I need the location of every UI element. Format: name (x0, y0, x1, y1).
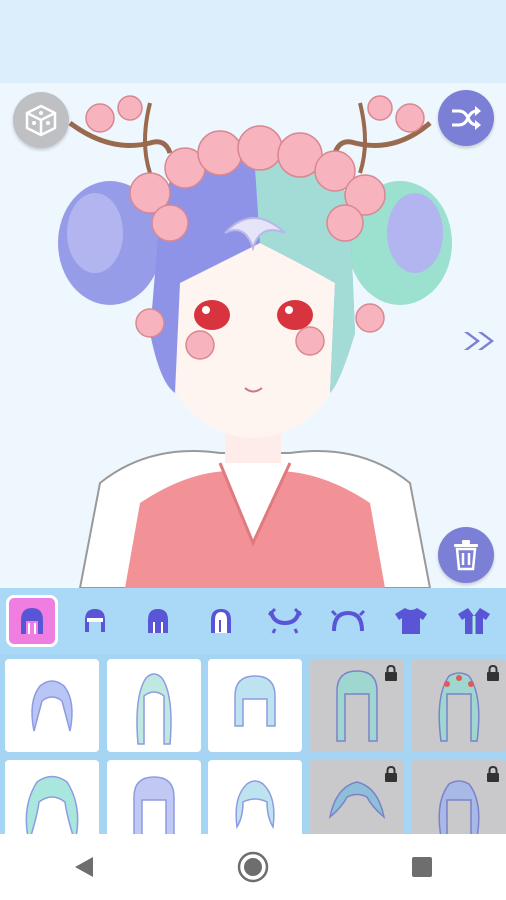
nav-back-button[interactable] (54, 842, 114, 892)
hair-full-icon (20, 608, 43, 634)
style-item-hair-1[interactable] (5, 659, 99, 752)
style-item-hair-7[interactable] (107, 760, 201, 834)
delete-button[interactable] (438, 527, 494, 583)
tab-shirt[interactable] (380, 588, 443, 654)
next-category-button[interactable] (460, 329, 500, 353)
hair-style-thumbnail (438, 779, 480, 834)
style-item-hair-5[interactable] (412, 659, 506, 752)
shuffle-button[interactable] (438, 90, 494, 146)
horns-icon (267, 607, 302, 634)
hair-style-thumbnail (336, 669, 378, 742)
style-item-hair-6[interactable] (5, 760, 99, 834)
tab-hair-front[interactable] (63, 588, 126, 654)
tab-hair-back[interactable] (190, 588, 253, 654)
tab-horns[interactable] (253, 588, 316, 654)
hair-style-thumbnail (234, 674, 276, 727)
jacket-icon (458, 608, 491, 634)
style-item-hair-8[interactable] (208, 760, 302, 834)
system-navigation-bar (0, 834, 506, 900)
lock-icon (487, 665, 499, 681)
hair-style-thumbnail (133, 775, 175, 834)
tab-jacket[interactable] (443, 588, 506, 654)
lock-icon (385, 665, 397, 681)
style-grid (0, 654, 506, 834)
tab-headband[interactable] (316, 588, 379, 654)
hair-style-thumbnail (235, 779, 275, 829)
style-item-hair-2[interactable] (107, 659, 201, 752)
double-chevron-right-icon (464, 332, 494, 350)
hair-style-thumbnail (438, 671, 480, 742)
tab-hair-middle[interactable] (127, 588, 190, 654)
shirt-icon (395, 608, 428, 634)
hair-style-thumbnail (25, 775, 79, 834)
hair-style-thumbnail (136, 672, 172, 745)
hair-back-icon (211, 609, 232, 633)
hair-middle-icon (148, 609, 169, 633)
back-triangle-icon (75, 857, 94, 877)
hair-front-icon (84, 609, 105, 632)
style-item-hair-3[interactable] (208, 659, 302, 752)
lock-icon (487, 766, 499, 782)
hair-style-thumbnail (328, 780, 386, 819)
style-item-hair-10[interactable] (412, 760, 506, 834)
dice-icon (25, 104, 57, 137)
lock-icon (385, 766, 397, 782)
avatar-illustration (58, 95, 452, 588)
top-banner-area (0, 0, 506, 83)
trash-icon (454, 540, 478, 571)
nav-home-button[interactable] (223, 842, 283, 892)
recents-square-icon (411, 857, 432, 877)
category-tab-bar (0, 588, 506, 654)
tab-hair-full[interactable] (0, 588, 63, 654)
headband-icon (330, 609, 365, 632)
home-circle-icon (237, 851, 269, 883)
nav-recents-button[interactable] (392, 842, 452, 892)
avatar-canvas (0, 83, 506, 588)
shuffle-icon (452, 106, 481, 130)
style-item-hair-4[interactable] (310, 659, 404, 752)
style-item-hair-9[interactable] (310, 760, 404, 834)
random-button[interactable] (13, 92, 69, 148)
hair-style-thumbnail (31, 679, 73, 731)
